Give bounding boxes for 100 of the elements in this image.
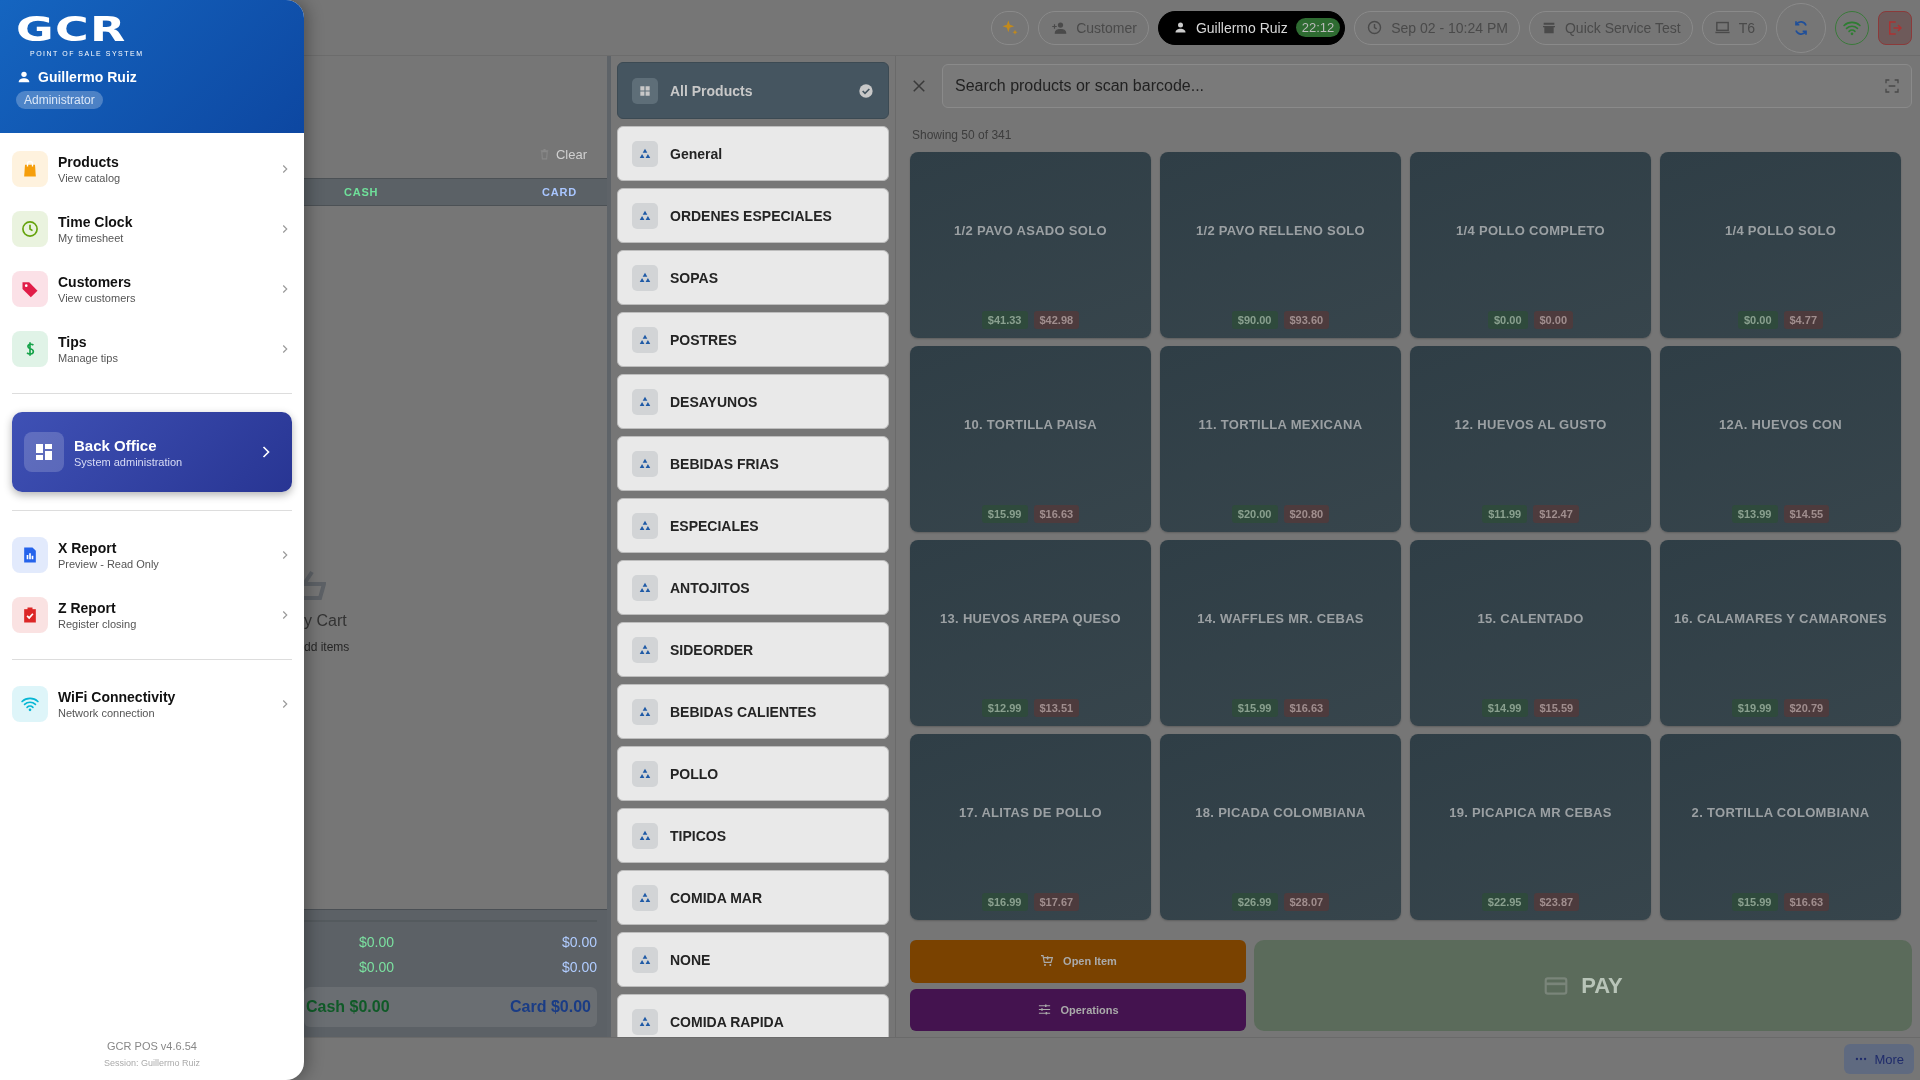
menu-item-subtitle: Preview - Read Only [58,558,160,570]
product-name: 18. PICADA COLOMBIANA [1195,805,1366,821]
card-price: $20.80 [1283,505,1330,524]
category-tab[interactable]: POLLO [617,746,889,801]
user-button[interactable]: Guillermo Ruiz 22:12 [1157,10,1346,45]
product-name: 1/2 PAVO RELLENO SOLO [1195,223,1366,239]
category-label: COMIDA MAR [670,889,764,906]
product-card[interactable]: 10. TORTILLA PAISA $15.99 $16.63 [910,346,1151,533]
operations-button[interactable]: Operations [910,988,1246,1031]
product-card[interactable]: 12A. HUEVOS CON $13.99 $14.55 [1660,346,1901,533]
category-tab[interactable]: General [617,126,889,181]
category-tab[interactable]: TIPICOS [617,808,889,863]
cash-price: $13.99 [1731,505,1778,524]
cash-price: $15.99 [981,505,1028,524]
card-price: $93.60 [1283,311,1330,330]
card-price: $28.07 [1283,893,1330,912]
product-card[interactable]: 17. ALITAS DE POLLO $16.99 $17.67 [910,734,1151,921]
category-tab[interactable]: POSTRES [617,312,889,367]
menu-item-title: Z Report [58,600,117,616]
product-card[interactable]: 15. CALENTADO $14.99 $15.59 [1410,540,1651,727]
card-price: $4.77 [1783,311,1824,330]
category-tab[interactable]: COMIDA MAR [617,870,889,925]
version-text: GCR POS v4.6.54 [107,1040,197,1052]
product-card[interactable]: 19. PICAPICA MR CEBAS $22.95 $23.87 [1410,734,1651,921]
card-price: $23.87 [1533,893,1580,912]
category-label: BEBIDAS FRIAS [670,455,780,472]
menu-item[interactable]: Tips Manage tips [12,319,292,379]
user-name: Guillermo Ruiz [1195,19,1288,36]
menu-item[interactable]: Products View catalog [12,139,292,199]
role-badge: Administrator [16,91,103,109]
category-tab[interactable]: SOPAS [617,250,889,305]
cash-price: $22.95 [1481,893,1528,912]
menu-item[interactable]: WiFi Connectivity Network connection [12,674,292,734]
menu-item-subtitle: Register closing [58,618,138,630]
product-card[interactable]: 13. HUEVOS AREPA QUESO $12.99 $13.51 [910,540,1151,727]
menu-item-subtitle: System administration [74,455,184,468]
cash-price: $15.99 [1731,893,1778,912]
category-label: TIPICOS [670,827,727,844]
search-field[interactable]: Search products or scan barcode... [942,63,1912,108]
category-label: All Products [670,82,754,99]
product-card[interactable]: 18. PICADA COLOMBIANA $26.99 $28.07 [1160,734,1401,921]
category-tab[interactable]: DESAYUNOS [617,374,889,429]
category-tab[interactable]: ESPECIALES [617,498,889,553]
cash-price: $0.00 [1737,311,1778,330]
category-tab[interactable]: NONE [617,932,889,987]
grid-icon [638,83,652,98]
cash-price: $16.99 [981,893,1028,912]
open-item-button[interactable]: Open Item [910,940,1246,983]
cash-total: Cash $0.00 [306,997,390,1016]
menu-item[interactable]: Z Report Register closing [12,585,292,645]
product-name: 12. HUEVOS AL GUSTO [1454,417,1607,433]
pay-button[interactable]: PAY [1254,940,1912,1031]
product-card[interactable]: 2. TORTILLA COLOMBIANA $15.99 $16.63 [1660,734,1901,921]
category-label: General [670,145,724,162]
product-name: 12A. HUEVOS CON [1719,417,1842,433]
product-card[interactable]: 11. TORTILLA MEXICANA $20.00 $20.80 [1160,346,1401,533]
product-card[interactable]: 1/2 PAVO RELLENO SOLO $90.00 $93.60 [1160,152,1401,339]
menu-item-title: Time Clock [58,214,134,230]
product-card[interactable]: 14. WAFFLES MR. CEBAS $15.99 $16.63 [1160,540,1401,727]
card-price: $0.00 [1533,311,1574,330]
menu-item-title: Customers [58,274,133,290]
category-tab[interactable]: All Products [617,62,889,119]
card-price: $42.98 [1033,311,1080,330]
product-name: 2. TORTILLA COLOMBIANA [1691,805,1870,821]
menu-item[interactable]: Customers View customers [12,259,292,319]
menu-item[interactable]: X Report Preview - Read Only [12,525,292,585]
category-tab[interactable]: BEBIDAS CALIENTES [617,684,889,739]
product-card[interactable]: 16. CALAMARES Y CAMARONES $19.99 $20.79 [1660,540,1901,727]
category-tab[interactable]: ANTOJITOS [617,560,889,615]
menu-item-title: WiFi Connectivity [58,689,177,705]
session-text: Session: Guillermo Ruiz [103,1058,200,1068]
card-total: Card $0.00 [510,997,591,1016]
product-card[interactable]: 1/2 PAVO ASADO SOLO $41.33 $42.98 [910,152,1151,339]
category-label: POLLO [670,765,720,782]
empty-cart-hint: dd items [304,640,351,654]
product-card[interactable]: 1/4 POLLO SOLO $0.00 $4.77 [1660,152,1901,339]
scan-icon [1884,77,1900,94]
category-tab[interactable]: ORDENES ESPECIALES [617,188,889,243]
cash-price: $90.00 [1231,311,1278,330]
column-header: CARD [542,186,577,198]
menu-item-title: Products [58,154,120,170]
cash-price: $26.99 [1231,893,1278,912]
category-tab[interactable]: COMIDA RAPIDA [617,994,889,1037]
category-label: BEBIDAS CALIENTES [670,703,818,720]
cash-price: $0.00 [1487,311,1528,330]
user-icon [1172,20,1188,35]
menu-item[interactable]: Time Clock My timesheet [12,199,292,259]
category-label: DESAYUNOS [670,393,759,410]
product-name: 15. CALENTADO [1477,611,1584,627]
category-tab[interactable]: BEBIDAS FRIAS [617,436,889,491]
cash-price: $15.99 [1231,699,1278,718]
product-card[interactable]: 1/4 POLLO COMPLETO $0.00 $0.00 [1410,152,1651,339]
column-header: CASH [344,186,379,198]
product-card[interactable]: 12. HUEVOS AL GUSTO $11.99 $12.47 [1410,346,1651,533]
logout-button[interactable] [1878,10,1912,45]
user-icon [16,69,32,85]
category-tab[interactable]: SIDEORDER [617,622,889,677]
user-name: Guillermo Ruiz [38,69,137,85]
laptop-icon [1713,19,1731,36]
menu-item-title: X Report [58,540,118,556]
